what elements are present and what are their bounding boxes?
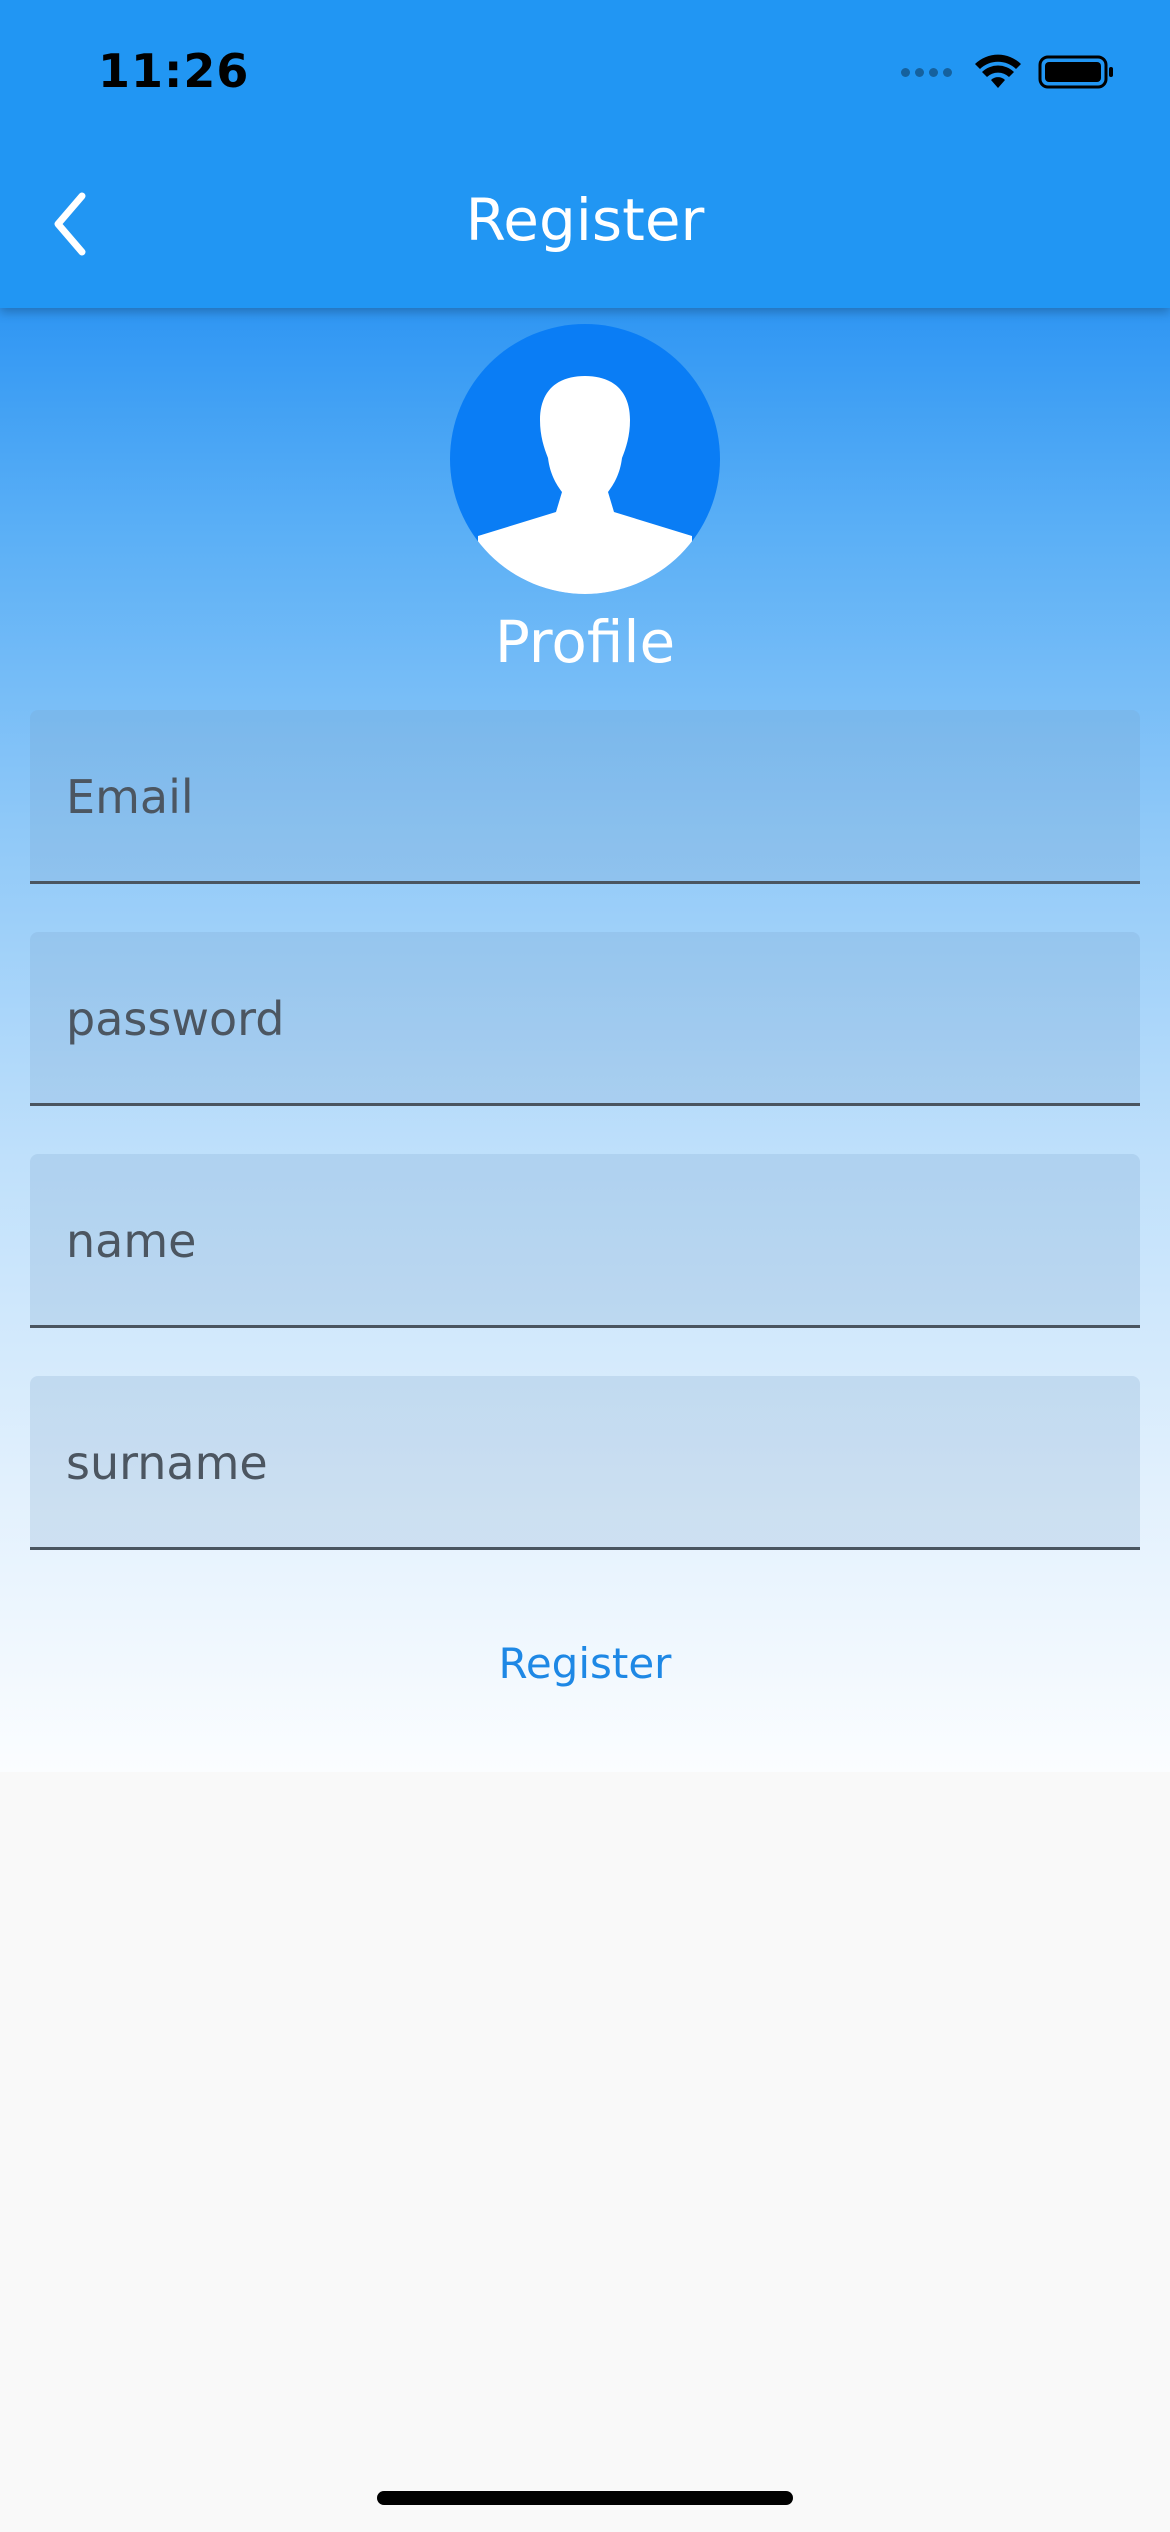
cellular-signal-icon	[901, 67, 952, 77]
home-indicator[interactable]	[377, 2491, 793, 2505]
wifi-icon	[975, 54, 1021, 88]
surname-input[interactable]	[66, 1376, 1106, 1550]
battery-icon	[1038, 55, 1113, 89]
status-icons	[901, 52, 1114, 92]
password-input[interactable]	[66, 932, 1106, 1106]
surname-field[interactable]	[30, 1376, 1140, 1550]
password-field[interactable]	[30, 932, 1140, 1106]
profile-label: Profile	[494, 608, 676, 676]
register-form-area: Profile Register	[0, 308, 1170, 1772]
email-field[interactable]	[30, 710, 1140, 884]
page-title: Register	[465, 186, 705, 254]
profile-avatar[interactable]	[450, 324, 720, 594]
status-time: 11:26	[98, 44, 250, 98]
name-input[interactable]	[66, 1154, 1106, 1328]
name-field[interactable]	[30, 1154, 1140, 1328]
user-silhouette-icon	[478, 376, 692, 594]
register-button[interactable]: Register	[435, 1618, 735, 1708]
email-input[interactable]	[66, 710, 1106, 884]
app-header: 11:26 Register	[0, 0, 1170, 308]
